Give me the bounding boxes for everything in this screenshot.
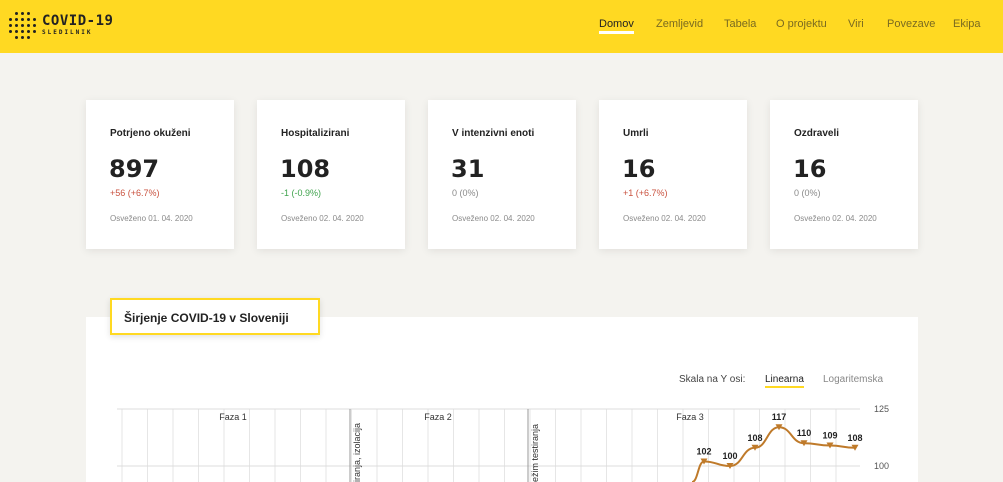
data-point-label: 110 [797,428,812,438]
spread-chart: 125 100 iranja, izolacija ežim testiranja Fa… [117,404,889,482]
data-point-label: 108 [847,433,862,443]
data-point-label: 102 [696,446,711,456]
data-point-label: 117 [772,412,787,422]
phase-label: Faza 1 [219,412,247,422]
y-tick-label: 100 [874,461,889,471]
phase-marker-label: ežim testiranja [530,424,540,482]
chart-title-box: Širjenje COVID-19 v Sloveniji [110,298,320,335]
scale-option-linear[interactable]: Linearna [765,374,804,388]
chart-title: Širjenje COVID-19 v Sloveniji [124,311,289,325]
data-point-label: 109 [822,430,837,440]
y-tick-label: 125 [874,404,889,414]
phase-marker-label: iranja, izolacija [352,423,362,482]
y-scale-label: Skala na Y osi: [679,374,746,385]
phase-label: Faza 2 [424,412,452,422]
scale-option-log[interactable]: Logaritemska [823,374,883,385]
phase-label: Faza 3 [676,412,704,422]
data-point-label: 108 [747,433,762,443]
data-point-label: 100 [722,451,737,461]
